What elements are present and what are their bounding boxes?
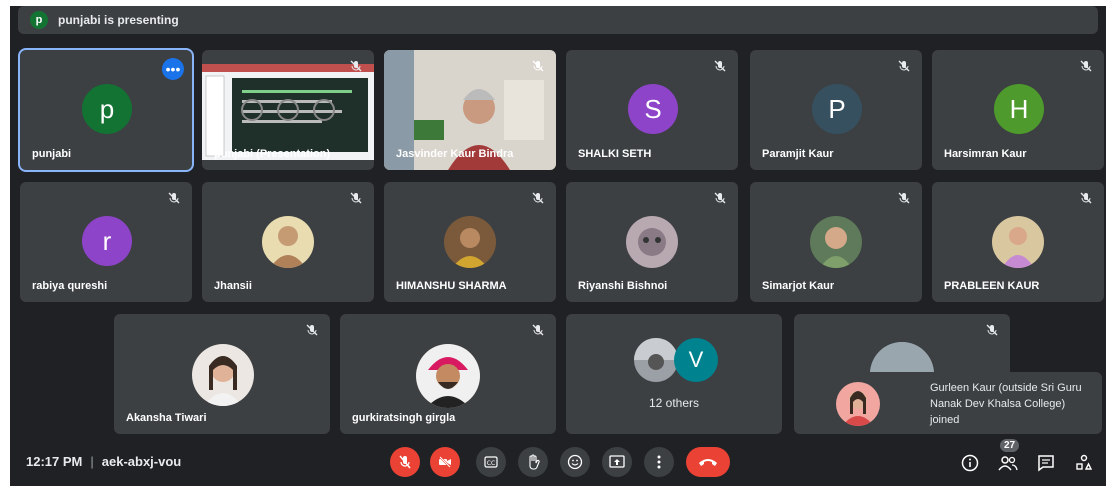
mic-toggle-button[interactable] <box>390 447 420 477</box>
activities-button[interactable] <box>1072 451 1096 475</box>
presenting-text: punjabi is presenting <box>58 13 179 27</box>
participant-tile[interactable]: Simarjot Kaur <box>750 182 922 302</box>
current-time: 12:17 PM <box>26 454 83 469</box>
present-button[interactable] <box>602 447 632 477</box>
participant-tile[interactable]: HIMANSHU SHARMA <box>384 182 556 302</box>
mic-off-icon <box>348 190 364 206</box>
mic-off-icon <box>166 190 182 206</box>
meeting-info: 12:17 PM | aek-abxj-vou <box>26 454 181 469</box>
people-icon <box>998 456 1018 471</box>
activities-icon <box>1076 454 1093 470</box>
end-call-icon <box>699 459 717 466</box>
profile-photo <box>444 216 496 268</box>
presenting-banner[interactable]: p punjabi is presenting <box>18 6 1098 34</box>
participant-name: Akansha Tiwari <box>126 412 207 424</box>
presentation-tile[interactable]: punjabi (Presentation) <box>202 50 374 170</box>
participant-name: Jhansii <box>214 280 252 292</box>
more-options-icon <box>657 455 661 469</box>
participant-tile[interactable]: r rabiya qureshi <box>20 182 192 302</box>
participant-name: rabiya qureshi <box>32 280 108 292</box>
participant-name: PRABLEEN KAUR <box>944 280 1040 292</box>
profile-photo <box>416 344 480 408</box>
mic-off-icon <box>896 58 912 74</box>
participant-name: punjabi <box>32 148 72 160</box>
participant-name: Jasvinder Kaur Bindra <box>396 148 514 160</box>
avatar: r <box>82 216 132 266</box>
mic-off-icon <box>896 190 912 206</box>
participant-tile[interactable]: gurkiratsingh girgla <box>340 314 556 434</box>
joined-participant-photo <box>836 382 880 426</box>
participants-count-badge: 27 <box>1000 439 1020 452</box>
raise-hand-button[interactable] <box>518 447 548 477</box>
camera-toggle-button[interactable] <box>430 447 460 477</box>
mic-off-icon <box>530 190 546 206</box>
mic-off-icon <box>712 58 728 74</box>
mic-off-icon <box>348 58 364 74</box>
participant-tile[interactable]: PRABLEEN KAUR <box>932 182 1104 302</box>
mic-off-icon <box>1078 58 1094 74</box>
profile-photo <box>810 216 862 268</box>
mic-off-icon <box>399 455 411 469</box>
join-message: Gurleen Kaur (outside Sri Guru Nanak Dev… <box>930 382 1082 426</box>
avatar: H <box>994 84 1044 134</box>
chat-icon <box>1038 455 1054 472</box>
svg-text:CC: CC <box>487 460 495 467</box>
profile-photo <box>634 338 678 382</box>
mic-off-icon <box>1078 190 1094 206</box>
others-label: 12 others <box>648 396 700 410</box>
profile-photo <box>192 344 254 406</box>
leave-call-button[interactable] <box>686 447 730 477</box>
participant-tile[interactable]: Riyanshi Bishnoi <box>566 182 738 302</box>
mic-off-icon <box>712 190 728 206</box>
more-options-button[interactable] <box>644 447 674 477</box>
emoji-button[interactable] <box>560 447 590 477</box>
mic-off-icon <box>530 58 546 74</box>
more-options-icon[interactable]: ••• <box>162 58 184 80</box>
presenter-avatar: p <box>30 11 48 29</box>
avatar: p <box>82 84 132 134</box>
participant-name: Paramjit Kaur <box>762 148 834 160</box>
participant-tile[interactable]: S SHALKI SETH <box>566 50 738 170</box>
profile-photo <box>262 216 314 268</box>
mic-off-icon <box>304 322 320 338</box>
participant-tile[interactable]: Akansha Tiwari <box>114 314 330 434</box>
join-notification: Gurleen Kaur (outside Sri Guru Nanak Dev… <box>806 372 1102 434</box>
people-button[interactable]: 27 <box>996 439 1020 475</box>
avatar: V <box>674 338 718 382</box>
avatar: S <box>628 84 678 134</box>
participant-tile[interactable]: P Paramjit Kaur <box>750 50 922 170</box>
present-icon <box>609 455 625 468</box>
others-tile[interactable]: V 12 others <box>566 314 782 434</box>
participant-video-tile[interactable]: Jasvinder Kaur Bindra <box>384 50 556 170</box>
participant-tile[interactable]: p ••• punjabi <box>18 48 194 172</box>
mic-off-icon <box>530 322 546 338</box>
captions-icon: CC <box>484 456 498 468</box>
participant-name: HIMANSHU SHARMA <box>396 280 507 292</box>
participant-tile[interactable]: H Harsimran Kaur <box>932 50 1104 170</box>
meeting-code: aek-abxj-vou <box>101 454 182 469</box>
participant-name: punjabi (Presentation) <box>214 148 331 160</box>
mic-off-icon <box>984 322 1000 338</box>
raise-hand-icon <box>529 454 540 470</box>
meet-window: p punjabi is presenting p ••• punjabi pu… <box>10 6 1106 486</box>
camera-off-icon <box>439 456 451 468</box>
participant-name: SHALKI SETH <box>578 148 652 160</box>
participant-tile[interactable]: Jhansii <box>202 182 374 302</box>
meeting-details-button[interactable] <box>958 451 982 475</box>
participant-name: Simarjot Kaur <box>762 280 835 292</box>
chat-button[interactable] <box>1034 451 1058 475</box>
profile-photo <box>626 216 678 268</box>
participant-name: Riyanshi Bishnoi <box>578 280 668 292</box>
participant-name: gurkiratsingh girgla <box>352 412 456 424</box>
bottom-control-bar: 12:17 PM | aek-abxj-vou CC 27 <box>10 439 1106 486</box>
profile-photo <box>992 216 1044 268</box>
info-icon <box>961 454 979 472</box>
captions-button[interactable]: CC <box>476 447 506 477</box>
emoji-icon <box>567 454 583 470</box>
participant-name: Harsimran Kaur <box>944 148 1027 160</box>
avatar: P <box>812 84 862 134</box>
separator: | <box>90 454 94 469</box>
